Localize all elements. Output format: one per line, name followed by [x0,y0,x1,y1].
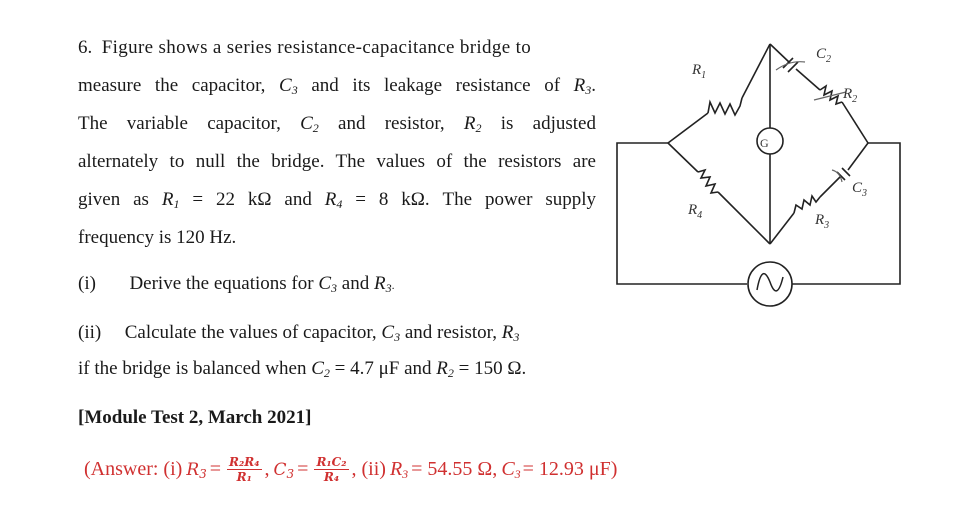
resistor-r1 [707,97,743,117]
bridge-circuit-diagram: G R1 C2 R2 C3 R3 R4 [616,43,901,307]
resistor-r2 [819,84,843,106]
label-c3: C3 [852,180,867,199]
resistor-r3 [793,193,821,214]
resistor-r4 [697,168,719,194]
wire-right-loop [792,142,901,285]
galvanometer-label: G [760,136,769,150]
wire-r1-upper [741,43,771,99]
wire-r1-lower [667,112,709,144]
label-r4: R4 [687,202,702,221]
label-r1: R1 [691,62,706,81]
label-r3: R3 [814,212,829,231]
label-r2: R2 [842,86,857,105]
sine-wave-icon [756,273,784,292]
wire-left-loop [616,142,747,285]
label-c2: C2 [816,46,831,65]
